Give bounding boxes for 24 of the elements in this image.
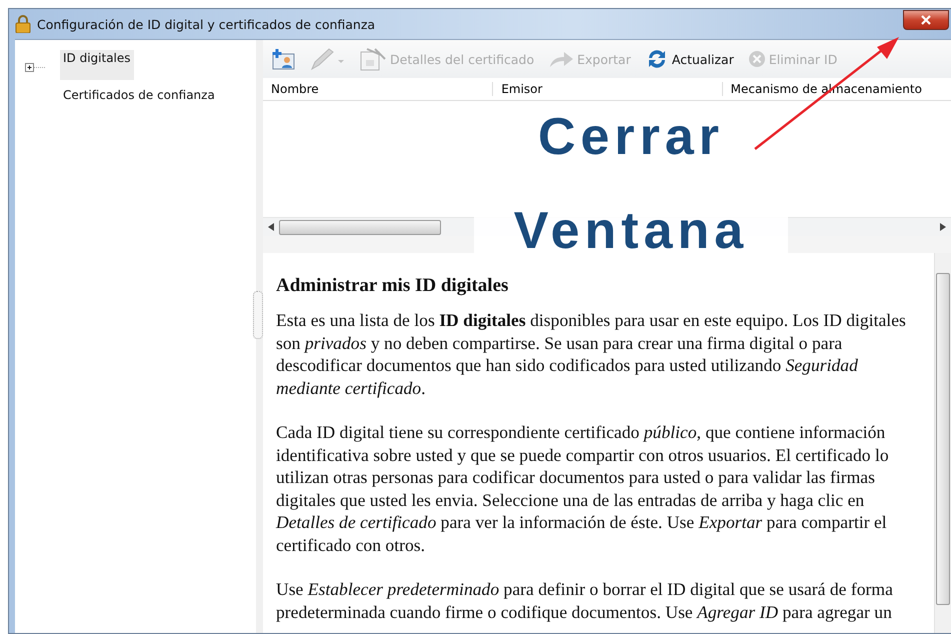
help-heading: Administrar mis ID digitales bbox=[276, 275, 510, 297]
remove-icon bbox=[748, 50, 766, 68]
help-paragraph: Cada ID digital tiene su correspondiente certificado público, que contiene información identificativa sobre usted y que se puede compartir con otros usuarios. El certificado lo utilizan otras personas para codificar documentos para usted o para validar las firmas digitales que usted les envia. Seleccione una de las entradas de arriba y haga clic en Detalles de certificado para ver la información de éste. Use Exportar para compartir el certificado con otros. bbox=[276, 421, 890, 556]
toolbar-icon-button[interactable] bbox=[271, 48, 295, 70]
tree-item[interactable]: Certificados de confianza bbox=[60, 87, 218, 117]
scroll-left-icon[interactable] bbox=[268, 223, 274, 231]
close-icon bbox=[921, 15, 931, 25]
arrow-icon bbox=[548, 49, 574, 69]
column-header[interactable]: Emisor bbox=[492, 82, 722, 96]
id-card-plus-icon bbox=[271, 48, 295, 70]
help-paragraph: Esta es una lista de los ID digitales disponibles para usar en este equipo. Los ID digitales son privados y no deben compartirse. Se usan para crear una firma digital o para descodificar documentos que han sido codificados para usted utilizando Seguridad mediante certificado. bbox=[276, 309, 907, 399]
pen-dropdown-icon bbox=[309, 47, 345, 71]
help-paragraph: Use Establecer predeterminado para definir o borrar el ID digital que se usará de forma predeterminada cuando firme o codifique documentos. Use Agregar ID para agregar un bbox=[276, 578, 894, 623]
padlock-icon bbox=[15, 15, 31, 33]
toolbar-button[interactable]: Actualizar bbox=[644, 47, 734, 71]
tree-item[interactable]: ID digitales bbox=[60, 50, 134, 80]
splitter-grip[interactable] bbox=[253, 291, 263, 339]
scroll-right-icon[interactable] bbox=[940, 223, 946, 231]
column-header[interactable]: Nombre bbox=[263, 82, 492, 96]
close-button[interactable] bbox=[903, 10, 949, 30]
window-title: Configuración de ID digital y certificados de confianza bbox=[37, 16, 376, 32]
certificate-icon bbox=[359, 47, 387, 71]
vertical-scrollbar[interactable] bbox=[934, 253, 951, 633]
expand-icon[interactable] bbox=[25, 63, 47, 72]
